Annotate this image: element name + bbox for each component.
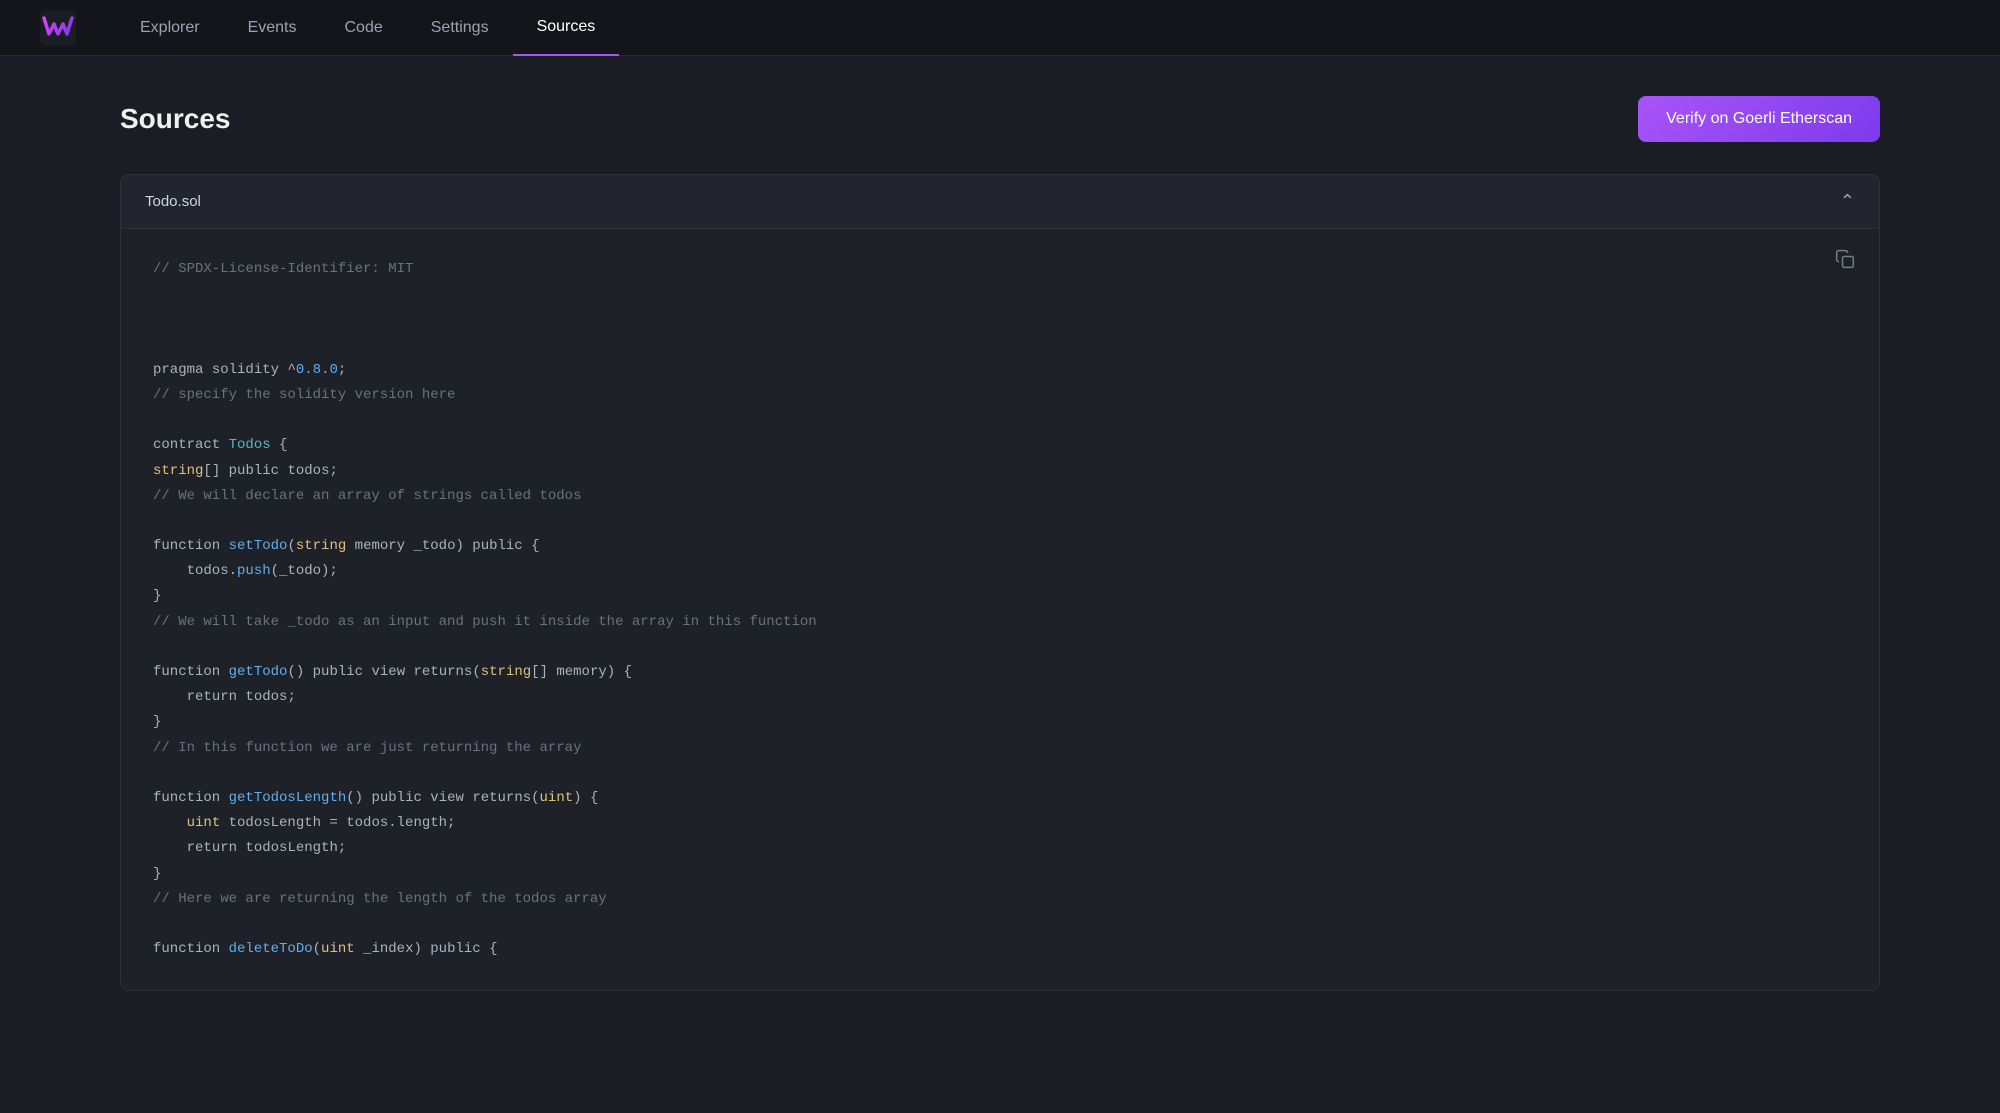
nav-item-events[interactable]: Events xyxy=(224,1,321,55)
nav-item-explorer[interactable]: Explorer xyxy=(116,1,224,55)
app-logo[interactable] xyxy=(40,10,76,46)
chevron-up-icon[interactable]: ⌃ xyxy=(1840,191,1855,212)
nav-link-settings[interactable]: Settings xyxy=(407,1,513,55)
nav-item-sources[interactable]: Sources xyxy=(513,0,620,56)
file-name-label: Todo.sol xyxy=(145,193,201,210)
navigation: Explorer Events Code Settings Sources xyxy=(0,0,2000,56)
page-title: Sources xyxy=(120,103,231,135)
code-block: // SPDX-License-Identifier: MIT pragma s… xyxy=(153,257,1847,962)
nav-item-code[interactable]: Code xyxy=(321,1,407,55)
page-header: Sources Verify on Goerli Etherscan xyxy=(120,96,1880,142)
copy-icon[interactable] xyxy=(1835,249,1855,274)
nav-link-sources[interactable]: Sources xyxy=(513,0,620,56)
main-content: Sources Verify on Goerli Etherscan Todo.… xyxy=(0,56,2000,1031)
nav-link-code[interactable]: Code xyxy=(321,1,407,55)
nav-link-events[interactable]: Events xyxy=(224,1,321,55)
file-panel: Todo.sol ⌃ // SPDX-License-Identifier: M… xyxy=(120,174,1880,991)
file-panel-header: Todo.sol ⌃ xyxy=(121,175,1879,229)
nav-link-explorer[interactable]: Explorer xyxy=(116,1,224,55)
verify-button[interactable]: Verify on Goerli Etherscan xyxy=(1638,96,1880,142)
code-container: // SPDX-License-Identifier: MIT pragma s… xyxy=(121,229,1879,990)
nav-item-settings[interactable]: Settings xyxy=(407,1,513,55)
